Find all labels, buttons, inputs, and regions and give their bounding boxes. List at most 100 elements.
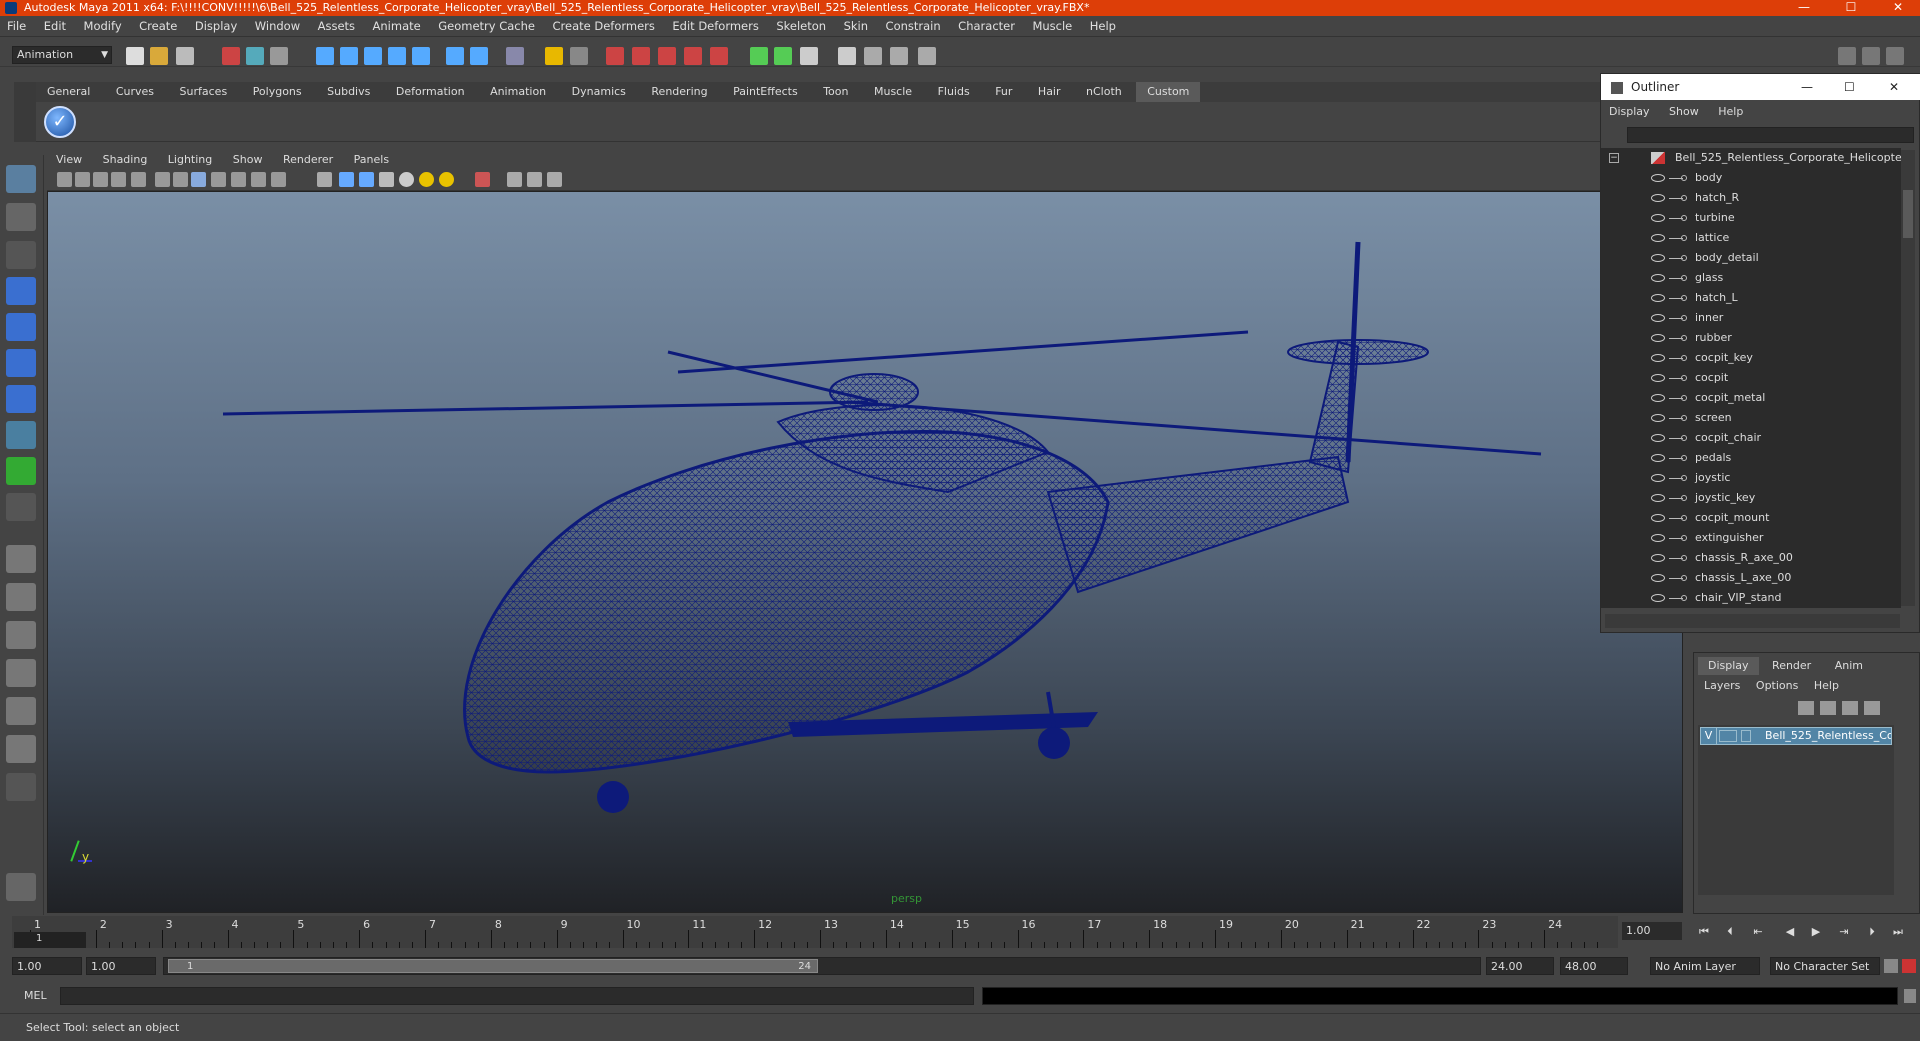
select-hierarchy-icon[interactable]	[222, 47, 240, 65]
viewport-menu-show[interactable]: Show	[224, 151, 271, 169]
menu-skeleton[interactable]: Skeleton	[769, 16, 833, 37]
time-slider[interactable]: 1 2 3 4 5 6 7 8 9 10 11 12 13 14 15 16 17 18 19 20 21 22 23 24	[12, 916, 1618, 948]
layout-custom-icon[interactable]	[6, 773, 36, 801]
go-to-start-icon[interactable]: ⏮	[1696, 926, 1712, 938]
collapse-icon[interactable]: −	[1609, 153, 1619, 163]
render-current-icon[interactable]	[606, 47, 624, 65]
step-back-frame-icon[interactable]: ⏴	[1722, 926, 1738, 938]
textured-text-icon[interactable]	[271, 172, 286, 187]
outliner-close-button[interactable]: ✕	[1889, 74, 1899, 100]
image-plane-icon[interactable]	[111, 172, 126, 187]
shadows-icon[interactable]	[231, 172, 246, 187]
animation-end-field[interactable]: 48.00	[1560, 957, 1628, 975]
layer-playback-toggle[interactable]	[1719, 730, 1737, 742]
playback-start-field[interactable]: 1.00	[86, 957, 156, 975]
checkmark-icon[interactable]: ✓	[44, 106, 76, 138]
range-slider[interactable]: 1 24	[163, 957, 1481, 975]
outliner-item[interactable]: rubber	[1601, 328, 1901, 348]
command-language-label[interactable]: MEL	[24, 989, 47, 1002]
new-layer-icon[interactable]	[1798, 701, 1814, 715]
outliner-item[interactable]: cocpit_chair	[1601, 428, 1901, 448]
ipr-render-icon[interactable]	[632, 47, 650, 65]
film-gate-icon[interactable]	[131, 172, 146, 187]
layer-tab-render[interactable]: Render	[1762, 657, 1821, 675]
minimize-button[interactable]: —	[1782, 0, 1826, 16]
menu-create[interactable]: Create	[132, 16, 184, 37]
outliner-item[interactable]: cocpit_mount	[1601, 508, 1901, 528]
selected-lights-icon[interactable]	[439, 172, 454, 187]
outliner-item[interactable]: chair_VIP_stand	[1601, 588, 1901, 608]
viewport-menu-view[interactable]: View	[47, 151, 90, 169]
outliner-item[interactable]: turbine	[1601, 208, 1901, 228]
shelf-tab-curves[interactable]: Curves	[105, 82, 165, 102]
step-forward-frame-icon[interactable]: ⏵	[1864, 926, 1880, 938]
outliner-item[interactable]: joystic_key	[1601, 488, 1901, 508]
shelf-tab-fur[interactable]: Fur	[984, 82, 1023, 102]
select-component-icon[interactable]	[270, 47, 288, 65]
menu-skin[interactable]: Skin	[837, 16, 875, 37]
outliner-menu-show[interactable]: Show	[1661, 102, 1707, 122]
layer-menu-help[interactable]: Help	[1808, 677, 1845, 695]
play-backwards-icon[interactable]: ◀	[1782, 926, 1798, 938]
shelf-tab-custom[interactable]: Custom	[1136, 82, 1201, 102]
layer-menu-options[interactable]: Options	[1750, 677, 1804, 695]
outliner-horizontal-scrollbar[interactable]	[1605, 614, 1900, 628]
range-slider-handle[interactable]: 1 24	[168, 959, 818, 973]
menu-set-dropdown[interactable]: Animation ▼	[12, 46, 112, 64]
step-forward-key-icon[interactable]: ⇥	[1836, 926, 1852, 938]
auto-key-icon[interactable]	[1884, 959, 1898, 973]
menu-muscle[interactable]: Muscle	[1025, 16, 1079, 37]
layout-persp-outliner-icon[interactable]	[6, 621, 36, 649]
move-tool-icon[interactable]	[6, 277, 36, 305]
lasso-tool-icon[interactable]	[6, 203, 36, 231]
shelf-tab-rendering[interactable]: Rendering	[640, 82, 718, 102]
layout-persp-trax-icon[interactable]	[6, 735, 36, 763]
shelf-tab-surfaces[interactable]: Surfaces	[169, 82, 239, 102]
shelf-tab-animation[interactable]: Animation	[479, 82, 557, 102]
bookmark-icon[interactable]	[93, 172, 108, 187]
menu-character[interactable]: Character	[951, 16, 1022, 37]
menu-display[interactable]: Display	[188, 16, 244, 37]
viewport-menu-shading[interactable]: Shading	[94, 151, 156, 169]
current-time-field[interactable]: 1.00	[1622, 922, 1682, 940]
layer-tab-anim[interactable]: Anim	[1825, 657, 1873, 675]
new-layer-selected-icon[interactable]	[1820, 701, 1836, 715]
snap-point-icon[interactable]	[364, 47, 382, 65]
outliner-item[interactable]: hatch_L	[1601, 288, 1901, 308]
menu-geometry-cache[interactable]: Geometry Cache	[431, 16, 542, 37]
snap-live-icon[interactable]	[412, 47, 430, 65]
new-scene-icon[interactable]	[126, 47, 144, 65]
xray-icon[interactable]	[251, 172, 266, 187]
menu-create-deformers[interactable]: Create Deformers	[545, 16, 661, 37]
outliner-item[interactable]: chassis_R_axe_00	[1601, 548, 1901, 568]
query-icon[interactable]	[506, 47, 524, 65]
command-input[interactable]	[60, 987, 974, 1005]
perspective-viewport[interactable]: y persp	[47, 191, 1683, 913]
shelf-tab-deformation[interactable]: Deformation	[385, 82, 476, 102]
shelf-tab-fluids[interactable]: Fluids	[927, 82, 981, 102]
playback-end-field[interactable]: 24.00	[1486, 957, 1554, 975]
layout-four-view-icon[interactable]	[6, 583, 36, 611]
history-icon[interactable]	[446, 47, 464, 65]
manipulator-tool-icon[interactable]	[6, 385, 36, 413]
selection-mask-icon[interactable]	[570, 47, 588, 65]
shelf-tab-general[interactable]: General	[36, 82, 101, 102]
smooth-shade-icon[interactable]	[173, 172, 188, 187]
panel-options-icon[interactable]	[1862, 47, 1880, 65]
snap-curve-icon[interactable]	[340, 47, 358, 65]
hypershade-icon[interactable]	[684, 47, 702, 65]
layout-perspective-icon[interactable]	[6, 545, 36, 573]
open-scene-icon[interactable]	[150, 47, 168, 65]
snap-plane-icon[interactable]	[388, 47, 406, 65]
play-forwards-icon[interactable]: ▶	[1808, 926, 1824, 938]
show-attribute-editor-icon[interactable]	[750, 47, 768, 65]
wire-cube-icon[interactable]	[317, 172, 332, 187]
paint-select-icon[interactable]	[6, 241, 36, 269]
outliner-item[interactable]: lattice	[1601, 228, 1901, 248]
outliner-root-item[interactable]: − Bell_525_Relentless_Corporate_Helicopt…	[1601, 148, 1901, 168]
default-light-icon[interactable]	[399, 172, 414, 187]
close-button[interactable]: ✕	[1876, 0, 1920, 16]
anim-layer-dropdown[interactable]: No Anim Layer	[1650, 957, 1760, 975]
isolate-select-icon[interactable]	[475, 172, 490, 187]
animation-preferences-icon[interactable]	[1902, 959, 1916, 973]
